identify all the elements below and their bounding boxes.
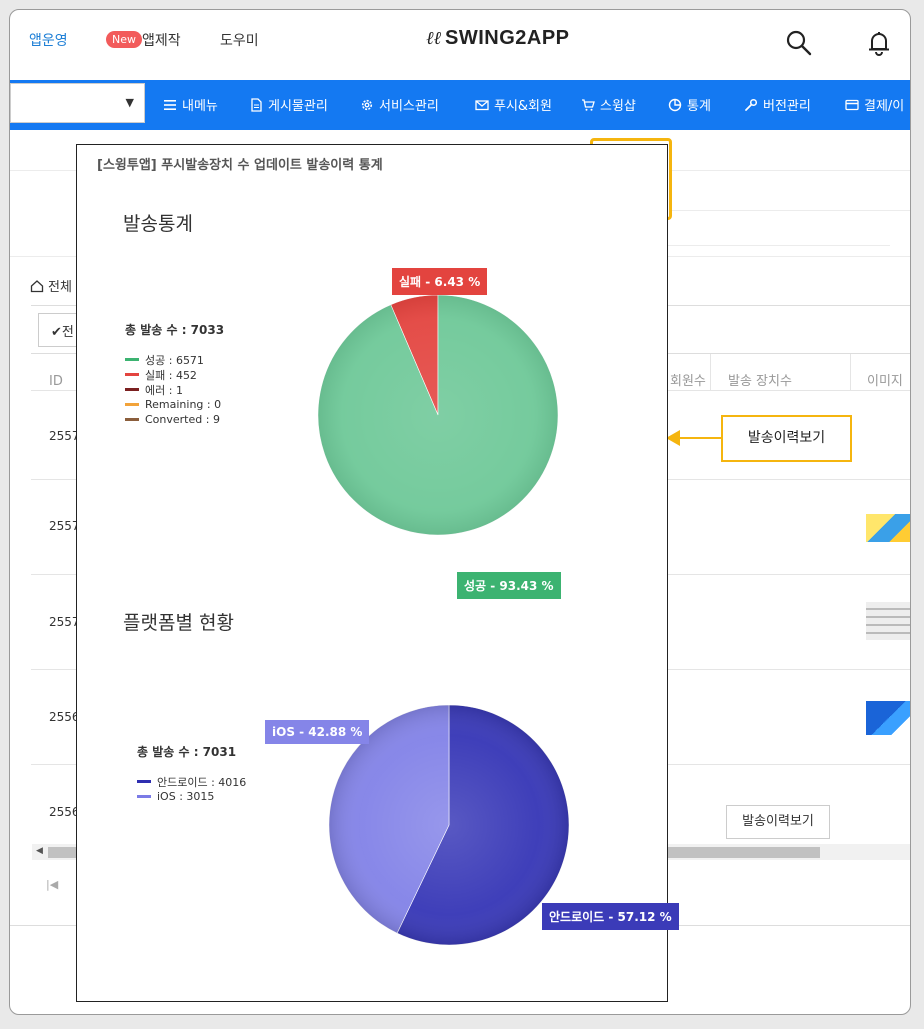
menu-versions[interactable]: 버전관리 bbox=[744, 95, 811, 114]
document-icon bbox=[251, 97, 262, 112]
column-header-devices[interactable]: 발송 장치수 bbox=[728, 364, 792, 400]
new-badge: New bbox=[106, 31, 142, 48]
top-header: 앱운영 New 앱제작 도우미 ℓℓ SWING2APP bbox=[10, 10, 910, 80]
home-icon bbox=[30, 279, 44, 292]
bell-icon[interactable] bbox=[864, 28, 894, 58]
menu-stats[interactable]: 통계 bbox=[668, 95, 711, 114]
menu-payments[interactable]: 결제/이 bbox=[845, 95, 904, 114]
menu-label: 스윙샵 bbox=[600, 99, 636, 114]
pie-data-label: 성공 - 93.43 % bbox=[457, 572, 561, 599]
menu-my-menu[interactable]: 내메뉴 bbox=[163, 95, 218, 114]
logo-text: SWING2APP bbox=[445, 27, 570, 49]
row-id: 2557 bbox=[49, 519, 80, 533]
menu-label: 결제/이 bbox=[864, 99, 905, 114]
main-menu-bar: ▼ 내메뉴 게시물관리 서비스관리 푸시&회원 스윙샵 통계 버전관리 결제/이 bbox=[10, 80, 910, 130]
pie-data-label: 실패 - 6.43 % bbox=[392, 268, 488, 295]
pie-chart-send-stats bbox=[317, 294, 559, 536]
menu-posts[interactable]: 게시물관리 bbox=[249, 95, 328, 114]
breadcrumb-label: 전체 bbox=[48, 280, 72, 295]
nav-app-build[interactable]: 앱제작 bbox=[142, 30, 181, 50]
menu-services[interactable]: 서비스관리 bbox=[360, 95, 439, 114]
divider bbox=[665, 245, 890, 246]
menu-label: 게시물관리 bbox=[268, 99, 328, 114]
scroll-left-icon[interactable]: ◀ bbox=[36, 846, 43, 856]
row-id: 2557 bbox=[49, 429, 80, 443]
callout-history: 발송이력보기 bbox=[721, 415, 852, 462]
section-title-platform: 플랫폼별 현황 bbox=[123, 612, 234, 634]
column-divider bbox=[710, 354, 711, 390]
caret-down-icon: ▼ bbox=[125, 96, 134, 109]
logo-mark-icon: ℓℓ bbox=[426, 28, 441, 49]
select-all-label: 전 bbox=[61, 325, 74, 340]
pie-slice-a[interactable] bbox=[317, 294, 559, 536]
menu-label: 내메뉴 bbox=[182, 99, 218, 114]
row-id: 2556 bbox=[49, 805, 80, 819]
nav-app-operation[interactable]: 앱운영 bbox=[29, 30, 68, 50]
nav-help[interactable]: 도우미 bbox=[220, 30, 259, 50]
menu-shop[interactable]: 스윙샵 bbox=[581, 95, 636, 114]
app-select-dropdown[interactable]: ▼ bbox=[10, 83, 145, 123]
gear-icon bbox=[361, 99, 373, 110]
thumbnail-image[interactable] bbox=[866, 701, 910, 735]
search-icon[interactable] bbox=[784, 28, 814, 58]
breadcrumb[interactable]: 전체 bbox=[30, 276, 72, 295]
divider bbox=[665, 210, 910, 211]
column-header-members[interactable]: 회원수 bbox=[670, 364, 706, 400]
menu-label: 푸시&회원 bbox=[494, 99, 552, 114]
menu-label: 버전관리 bbox=[763, 99, 811, 114]
row-id: 2556 bbox=[49, 710, 80, 724]
row-id: 2557 bbox=[49, 615, 80, 629]
pie-chart-icon bbox=[668, 98, 682, 111]
pie-data-label: 안드로이드 - 57.12 % bbox=[542, 903, 679, 930]
thumbnail-image[interactable] bbox=[866, 514, 910, 542]
wrench-icon bbox=[745, 98, 758, 111]
menu-push-members[interactable]: 푸시&회원 bbox=[475, 95, 552, 114]
card-icon bbox=[845, 99, 859, 110]
column-divider bbox=[850, 354, 851, 390]
menu-label: 서비스관리 bbox=[379, 99, 439, 114]
thumbnail-image[interactable] bbox=[866, 602, 910, 640]
logo[interactable]: ℓℓ SWING2APP bbox=[426, 27, 570, 50]
stats-modal: [스윙투앱] 푸시발송장치 수 업데이트 발송이력 통계 발송통계 총 발송 수… bbox=[76, 144, 679, 1002]
modal-title: [스윙투앱] 푸시발송장치 수 업데이트 발송이력 통계 bbox=[97, 158, 383, 173]
column-header-id[interactable]: ID bbox=[49, 364, 63, 400]
column-header-image[interactable]: 이미지 bbox=[867, 364, 903, 400]
app-window: 앱운영 New 앱제작 도우미 ℓℓ SWING2APP ▼ 내메뉴 게시물관리… bbox=[9, 9, 911, 1015]
hamburger-icon bbox=[164, 99, 176, 110]
mail-icon bbox=[475, 99, 489, 110]
menu-label: 통계 bbox=[687, 99, 711, 114]
history-button[interactable]: 발송이력보기 bbox=[726, 805, 830, 839]
first-page-icon[interactable]: |◀ bbox=[46, 878, 58, 891]
cart-icon bbox=[582, 98, 595, 111]
pie-data-label: iOS - 42.88 % bbox=[265, 720, 370, 744]
section-title-send-stats: 발송통계 bbox=[123, 213, 193, 235]
